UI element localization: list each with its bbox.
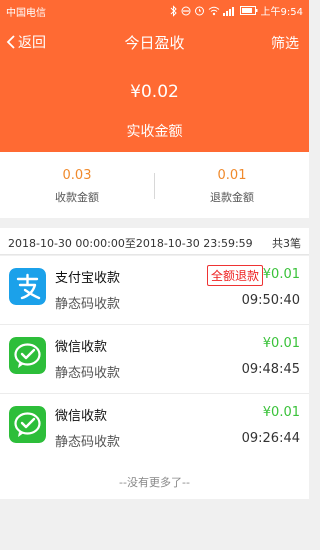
net-income-panel: ¥0.02 实收金额: [0, 64, 309, 152]
transaction-name: 微信收款: [55, 409, 108, 424]
net-income-amount: ¥0.02: [130, 82, 179, 102]
refund-badge: 全额退款: [206, 265, 263, 286]
filter-button[interactable]: 筛选: [271, 33, 299, 53]
wifi-icon: [208, 6, 219, 15]
end-of-list-text: --没有更多了--: [0, 463, 309, 499]
transaction-row[interactable]: 微信收款 静态码收款 ¥0.01 09:48:45: [0, 325, 309, 394]
transaction-row[interactable]: 微信收款 静态码收款 ¥0.01 09:26:44: [0, 394, 309, 463]
transaction-count: 共3笔: [272, 237, 301, 250]
wechat-pay-icon: [9, 406, 46, 443]
status-bar: 中国电信 上午9:54: [0, 0, 309, 20]
amount-summary: 0.03 收款金额 0.01 退款金额: [0, 152, 309, 218]
transaction-name: 微信收款: [55, 340, 108, 355]
back-label: 返回: [18, 35, 46, 51]
collected-amount: 0.03: [62, 168, 92, 183]
transaction-time: 09:26:44: [241, 431, 300, 446]
transaction-row[interactable]: 支付宝收款 静态码收款 全额退款 ¥0.01 09:50:40: [0, 256, 309, 325]
back-button[interactable]: 返回: [6, 32, 46, 52]
collected-label: 收款金额: [55, 191, 99, 204]
net-income-label: 实收金额: [126, 124, 183, 140]
battery-icon: [239, 6, 258, 15]
refund-label: 退款金额: [210, 191, 254, 204]
bluetooth-icon: [170, 4, 177, 17]
transaction-list: 支付宝收款 静态码收款 全额退款 ¥0.01 09:50:40 微信收款 静态码…: [0, 256, 309, 463]
transaction-amount: ¥0.01: [262, 336, 300, 351]
transaction-type: 静态码收款: [55, 366, 121, 381]
transaction-time: 09:50:40: [241, 293, 300, 308]
signal-icon: [222, 6, 234, 16]
wechat-pay-icon: [9, 337, 46, 374]
transaction-amount: ¥0.01: [262, 405, 300, 420]
date-range-bar: 2018-10-30 00:00:00至2018-10-30 23:59:59 …: [0, 228, 309, 255]
transaction-type: 静态码收款: [55, 435, 121, 450]
date-range: 2018-10-30 00:00:00至2018-10-30 23:59:59: [8, 237, 253, 250]
carrier-label: 中国电信: [6, 8, 46, 19]
nav-bar: 返回 今日盈收 筛选: [0, 20, 309, 64]
no-disturb-icon: [181, 6, 191, 15]
alarm-icon: [194, 6, 204, 16]
transaction-name: 支付宝收款: [55, 271, 121, 286]
refund-amount: 0.01: [217, 168, 247, 183]
chevron-left-icon: [6, 35, 15, 49]
alipay-icon: [9, 268, 46, 305]
transaction-amount: ¥0.01: [262, 267, 300, 282]
transaction-type: 静态码收款: [55, 297, 121, 312]
refund-summary: 0.01 退款金额: [155, 168, 309, 205]
transaction-time: 09:48:45: [241, 362, 300, 377]
collected-summary: 0.03 收款金额: [0, 168, 154, 205]
page-title: 今日盈收: [124, 34, 185, 52]
clock-label: 上午9:54: [260, 7, 303, 18]
system-icons: 上午9:54: [170, 3, 303, 18]
